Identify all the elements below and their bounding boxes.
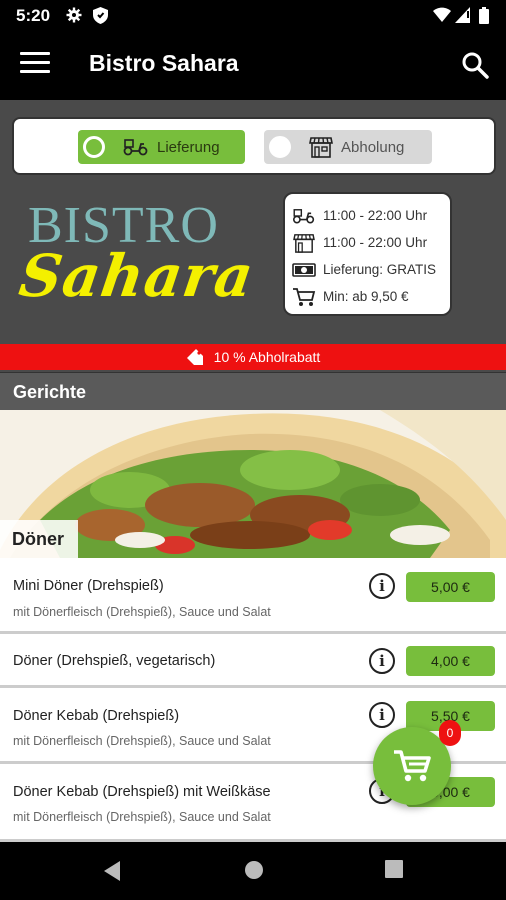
minimum-order-row: Min: ab 9,50 € — [291, 283, 444, 310]
shield-icon — [93, 7, 108, 29]
add-to-cart-button[interactable]: 4,00 € — [406, 646, 495, 676]
back-icon[interactable] — [102, 860, 122, 887]
home-icon[interactable] — [244, 860, 264, 885]
item-name: Döner Kebab (Drehspieß) mit Weißkäse — [13, 784, 271, 800]
status-bar: 5:20 — [0, 0, 506, 32]
delivery-toggle[interactable]: Lieferung — [78, 130, 245, 164]
pickup-hours: 11:00 - 22:00 Uhr — [323, 235, 428, 250]
pickup-label: Abholung — [341, 138, 405, 156]
category-label: Döner — [0, 520, 78, 558]
status-time: 5:20 — [16, 6, 51, 25]
system-nav-bar — [0, 842, 506, 900]
restaurant-logo: BISTRO Sahara — [15, 196, 258, 316]
store-icon — [309, 136, 333, 158]
cart-icon — [291, 287, 317, 307]
recents-icon[interactable] — [385, 860, 403, 883]
promo-text: 10 % Abholrabatt — [213, 349, 321, 365]
delivery-scooter-icon — [291, 206, 317, 226]
radio-icon — [83, 136, 105, 158]
menu-item[interactable]: Mini Döner (Drehspieß) mit Dönerfleisch … — [0, 558, 506, 634]
item-description: mit Dönerfleisch (Drehspieß), Sauce und … — [13, 605, 271, 619]
add-to-cart-button[interactable]: 5,00 € — [406, 572, 495, 602]
restaurant-info-box: 11:00 - 22:00 Uhr 11:00 - 22:00 Uhr Lief… — [283, 192, 452, 316]
search-icon[interactable] — [460, 50, 490, 80]
item-name: Döner (Drehspieß, vegetarisch) — [13, 653, 216, 669]
pickup-toggle[interactable]: Abholung — [264, 130, 432, 164]
cart-count-badge: 0 — [439, 720, 461, 746]
promo-banner: 10 % Abholrabatt — [0, 344, 506, 370]
menu-item[interactable]: Döner (Drehspieß, vegetarisch) i 4,00 € — [0, 634, 506, 688]
gear-icon — [66, 7, 82, 28]
radio-icon — [269, 136, 291, 158]
tag-icon — [186, 348, 204, 366]
logo-line2: Sahara — [15, 242, 259, 310]
delivery-scooter-icon — [123, 138, 149, 156]
item-description: mit Dönerfleisch (Drehspieß), Sauce und … — [13, 810, 271, 824]
order-mode-selector: Lieferung Abholung — [12, 117, 496, 175]
app-bar: Bistro Sahara — [0, 32, 506, 100]
minimum-order: Min: ab 9,50 € — [323, 289, 409, 304]
info-icon[interactable]: i — [369, 702, 395, 728]
item-name: Döner Kebab (Drehspieß) — [13, 708, 180, 724]
wifi-icon — [433, 7, 451, 28]
section-title: Gerichte — [0, 372, 506, 410]
cart-icon — [394, 750, 431, 782]
info-icon[interactable]: i — [369, 573, 395, 599]
item-description: mit Dönerfleisch (Drehspieß), Sauce und … — [13, 734, 271, 748]
delivery-hours: 11:00 - 22:00 Uhr — [323, 208, 428, 223]
delivery-fee: Lieferung: GRATIS — [323, 262, 437, 277]
info-icon[interactable]: i — [369, 648, 395, 674]
store-icon — [291, 233, 317, 253]
category-banner-image[interactable]: Döner — [0, 410, 506, 558]
signal-icon — [455, 7, 470, 28]
money-icon — [291, 260, 317, 280]
delivery-fee-row: Lieferung: GRATIS — [291, 256, 444, 283]
pickup-hours-row: 11:00 - 22:00 Uhr — [291, 229, 444, 256]
delivery-hours-row: 11:00 - 22:00 Uhr — [291, 202, 444, 229]
battery-icon — [479, 7, 489, 29]
item-name: Mini Döner (Drehspieß) — [13, 578, 164, 594]
hamburger-icon[interactable] — [20, 52, 50, 78]
page-title: Bistro Sahara — [89, 50, 239, 76]
delivery-label: Lieferung — [157, 138, 220, 156]
